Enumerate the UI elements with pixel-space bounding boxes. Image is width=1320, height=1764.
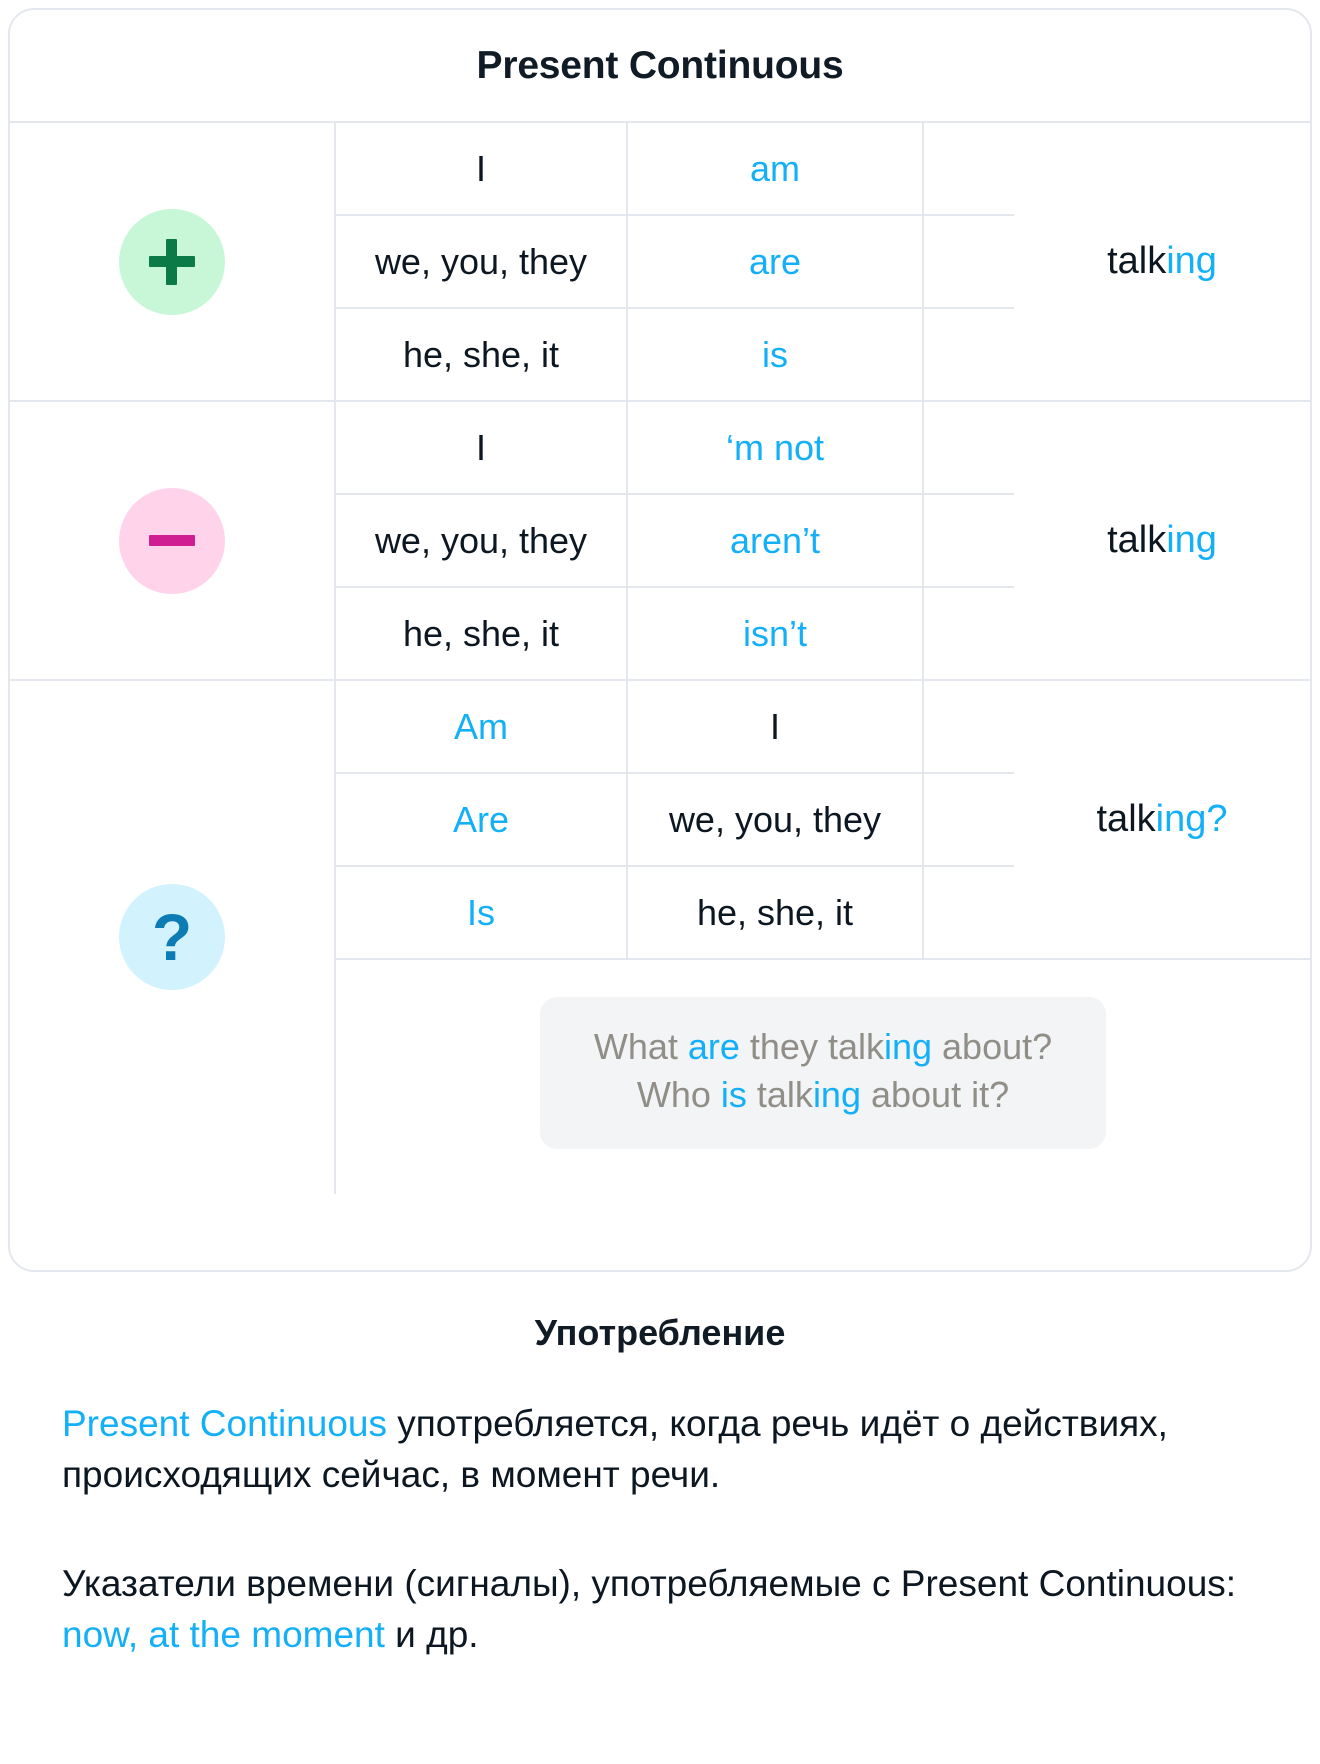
aux-cell: Is bbox=[336, 867, 628, 958]
card-body: I am we, you, they are he, she, it is ta… bbox=[10, 123, 1310, 1194]
aux-cell: isn’t bbox=[628, 588, 924, 679]
usage-section: Употребление Present Continuous употребл… bbox=[0, 1272, 1320, 1660]
aux-cell: is bbox=[628, 309, 924, 400]
usage-paragraph-2: Указатели времени (сигналы), употребляем… bbox=[0, 1558, 1320, 1660]
verb-stem: talk bbox=[1107, 240, 1167, 282]
negative-badge-cell bbox=[10, 402, 336, 679]
example-line-2: Who is talking about it? bbox=[594, 1071, 1052, 1119]
verb-suffix: ing bbox=[1166, 240, 1217, 282]
example-highlight: is bbox=[720, 1073, 747, 1115]
table-row: Am I bbox=[336, 681, 1014, 774]
usage-paragraph-1: Present Continuous употребляется, когда … bbox=[0, 1398, 1320, 1500]
question-mark-icon: ? bbox=[151, 900, 193, 975]
usage-highlight: Present Continuous bbox=[62, 1403, 387, 1444]
verb-cell: talk ing bbox=[1014, 123, 1310, 400]
subject-cell: I bbox=[336, 123, 628, 214]
affirmative-rows: I am we, you, they are he, she, it is ta… bbox=[336, 123, 1310, 400]
section-negative: I ‘m not we, you, they aren’t he, she, i… bbox=[10, 402, 1310, 681]
usage-highlight: now, at the moment bbox=[62, 1614, 385, 1656]
subject-cell: I bbox=[336, 402, 628, 493]
verb-stem: talk bbox=[1096, 798, 1156, 840]
usage-text: Указатели времени (сигналы), употребляем… bbox=[62, 1563, 1237, 1605]
verb-suffix: ing bbox=[1166, 519, 1217, 561]
subject-cell: we, you, they bbox=[336, 495, 628, 586]
table-row: I ‘m not bbox=[336, 402, 1014, 495]
example-highlight: ing bbox=[883, 1026, 933, 1067]
aux-cell: Am bbox=[336, 681, 628, 772]
negative-rows: I ‘m not we, you, they aren’t he, she, i… bbox=[336, 402, 1310, 679]
question-badge: ? bbox=[119, 884, 225, 991]
example-highlight: are bbox=[687, 1026, 740, 1067]
subject-cell: he, she, it bbox=[336, 588, 628, 679]
example-highlight: ing bbox=[812, 1073, 861, 1115]
grammar-card: Present Continuous I am we, you, they ar… bbox=[8, 8, 1312, 1272]
verb-suffix: ing? bbox=[1155, 798, 1228, 840]
minus-icon bbox=[149, 535, 195, 546]
example-line-1: What are they talking about? bbox=[594, 1023, 1052, 1071]
table-row: I am bbox=[336, 123, 1014, 216]
negative-rows-left: I ‘m not we, you, they aren’t he, she, i… bbox=[336, 402, 1014, 679]
example-area: What are they talking about? Who is talk… bbox=[336, 958, 1310, 1194]
subject-cell: I bbox=[628, 681, 924, 772]
page-root: Present Continuous I am we, you, they ar… bbox=[0, 0, 1320, 1764]
plus-badge bbox=[119, 208, 225, 315]
verb-stem: talk bbox=[1107, 519, 1167, 561]
minus-badge bbox=[119, 487, 225, 594]
question-right: Am I Are we, you, they Is he, she, it ta… bbox=[336, 681, 1310, 1194]
table-row: Is he, she, it bbox=[336, 867, 1014, 958]
verb-cell: talk ing? bbox=[1014, 681, 1310, 958]
affirmative-badge-cell bbox=[10, 123, 336, 400]
subject-cell: we, you, they bbox=[628, 774, 924, 865]
example-text: talk bbox=[746, 1073, 813, 1115]
aux-cell: are bbox=[628, 216, 924, 307]
question-badge-cell: ? bbox=[10, 681, 336, 1194]
example-text: Who bbox=[636, 1073, 721, 1115]
aux-cell: am bbox=[628, 123, 924, 214]
example-box: What are they talking about? Who is talk… bbox=[539, 997, 1107, 1149]
example-text: What bbox=[593, 1026, 688, 1067]
example-text: about it? bbox=[860, 1073, 1010, 1115]
example-text: about? bbox=[932, 1026, 1053, 1067]
table-row: he, she, it isn’t bbox=[336, 588, 1014, 679]
plus-icon bbox=[149, 238, 195, 285]
aux-cell: Are bbox=[336, 774, 628, 865]
subject-cell: we, you, they bbox=[336, 216, 628, 307]
table-row: he, she, it is bbox=[336, 309, 1014, 400]
table-row: Are we, you, they bbox=[336, 774, 1014, 867]
aux-cell: ‘m not bbox=[628, 402, 924, 493]
table-row: we, you, they aren’t bbox=[336, 495, 1014, 588]
subject-cell: he, she, it bbox=[336, 309, 628, 400]
aux-cell: aren’t bbox=[628, 495, 924, 586]
usage-title: Употребление bbox=[534, 1312, 786, 1353]
question-rows: Am I Are we, you, they Is he, she, it ta… bbox=[336, 681, 1310, 958]
section-affirmative: I am we, you, they are he, she, it is ta… bbox=[10, 123, 1310, 402]
subject-cell: he, she, it bbox=[628, 867, 924, 958]
question-rows-left: Am I Are we, you, they Is he, she, it bbox=[336, 681, 1014, 958]
table-row: we, you, they are bbox=[336, 216, 1014, 309]
page-title: Present Continuous bbox=[10, 10, 1310, 123]
section-question: ? Am I Are we, you, they Is he, she, it … bbox=[10, 681, 1310, 1194]
affirmative-rows-left: I am we, you, they are he, she, it is bbox=[336, 123, 1014, 400]
usage-text: и др. bbox=[384, 1614, 479, 1656]
verb-cell: talk ing bbox=[1014, 402, 1310, 679]
example-text: they talk bbox=[739, 1026, 884, 1067]
